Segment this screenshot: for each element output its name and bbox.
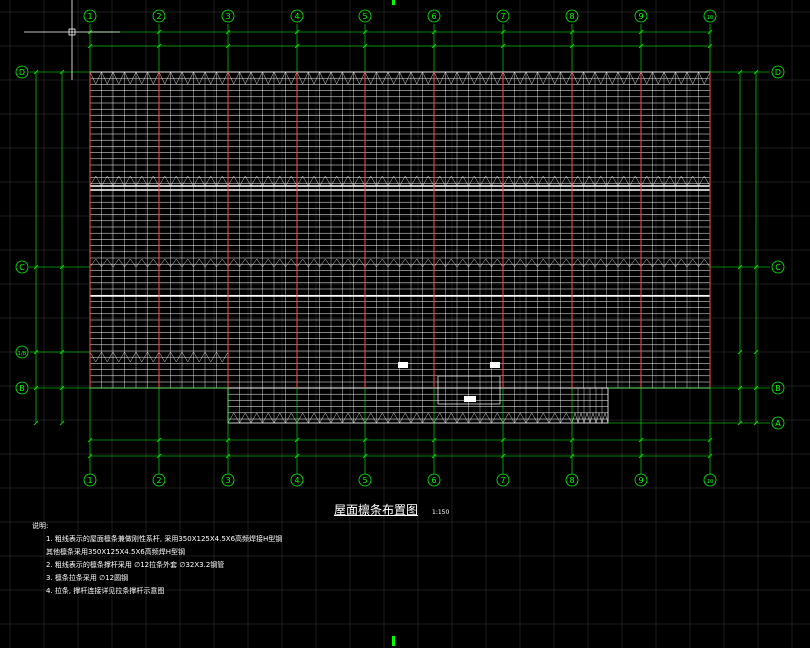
axis-bubble-label: 2 [156,476,161,485]
axis-bubble-label: B [19,384,25,393]
axis-bubble-label: 6 [431,476,436,485]
axis-bubble-label: D [19,68,25,77]
axis-bubble-label: 9 [638,476,643,485]
roof-vent [464,396,476,402]
axis-bubble-label: 10 [707,15,713,21]
axis-bubble-label: 7 [500,476,505,485]
notes-heading: 说明: [32,522,49,530]
note-item-4: 4. 拉条, 撑杆连接详见拉条撑杆示意图 [46,587,165,595]
axis-bubble-label: 2 [156,12,161,21]
drawing-title: 屋面檩条布置图 [334,503,419,517]
axis-bubble-label: 5 [362,476,367,485]
axis-bubble-label: 4 [294,12,299,21]
drawing-notes: 说明: 1. 粗线表示的屋面檩条兼做刚性系杆, 采用350X125X4.5X6高… [32,520,282,598]
axis-bubble-label: 10 [707,479,713,485]
axis-bubble-label: 3 [225,12,230,21]
axis-bubble-label: 1 [87,476,92,485]
axis-bubble-label: 6 [431,12,436,21]
axis-bubble-label: 5 [362,12,367,21]
viewport-marker [392,0,395,5]
note-item-2: 2. 粗线表示的檩条撑杆采用 ∅12拉条外套 ∅32X3.2钢管 [46,561,225,569]
axis-bubble-label: 3 [225,476,230,485]
axis-bubble-label: A [775,419,781,428]
viewport-marker [392,636,395,646]
note-item-1b: 其他檩条采用350X125X4.5X6高频焊H型钢 [46,548,185,556]
axis-bubble-label: 1 [87,12,92,21]
axis-bubble-label: 1/B [18,351,27,357]
axis-bubble-label: 9 [638,12,643,21]
note-item-3: 3. 檩条拉条采用 ∅12圆钢 [46,574,129,582]
axis-bubble-label: 4 [294,476,299,485]
axis-bubble-label: 7 [500,12,505,21]
axis-bubble-label: 8 [569,12,574,21]
axis-bubble-label: D [775,68,781,77]
roof-vent [398,362,408,368]
note-item-1: 1. 粗线表示的屋面檩条兼做刚性系杆, 采用350X125X4.5X6高频焊接H… [46,535,283,543]
axis-bubble-label: 8 [569,476,574,485]
roof-vent [490,362,500,368]
axis-bubble-label: C [19,263,25,272]
drawing-scale: 1:150 [432,509,450,516]
axis-bubble-label: C [775,263,781,272]
axis-bubble-label: B [775,384,781,393]
